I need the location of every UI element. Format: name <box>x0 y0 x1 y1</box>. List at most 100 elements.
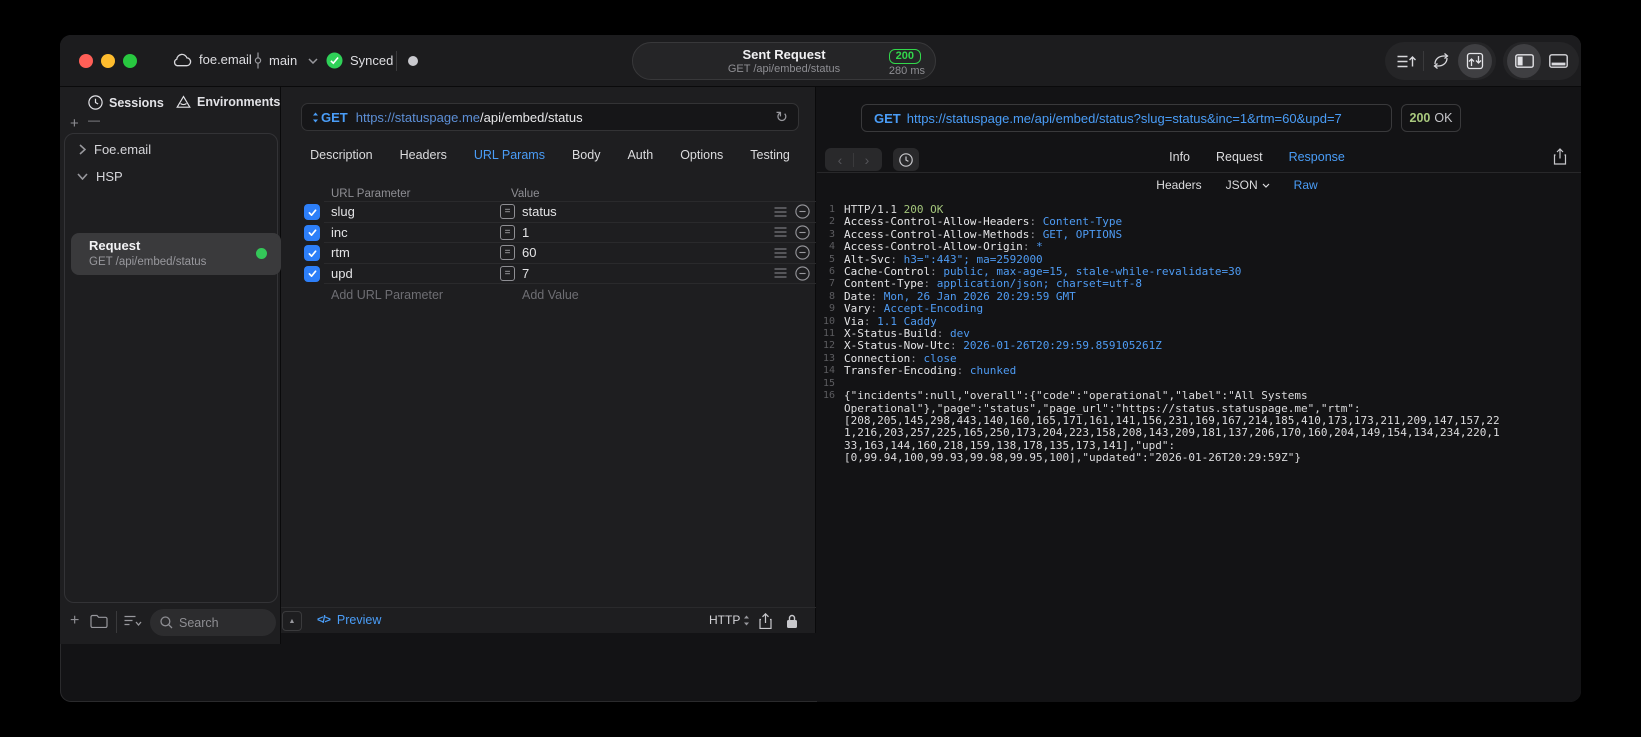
minimize-window-button[interactable] <box>101 54 115 68</box>
tab-sessions-label: Sessions <box>109 95 164 110</box>
sync-request-button[interactable] <box>1458 44 1492 78</box>
resend-request-icon[interactable]: ↻ <box>775 108 788 126</box>
branch-selector[interactable]: main <box>254 52 318 69</box>
line-number: 1 <box>828 204 835 215</box>
sync-check-icon <box>326 52 343 69</box>
param-enabled-checkbox[interactable] <box>304 245 320 261</box>
remove-session-button[interactable]: — <box>88 113 100 127</box>
param-value-field[interactable]: 7 <box>522 266 529 281</box>
clock-icon <box>88 95 103 110</box>
tab-headers[interactable]: Headers <box>400 148 447 162</box>
view-tab-json[interactable]: JSON <box>1226 178 1270 192</box>
checkmark-icon <box>308 208 316 216</box>
export-lines-button[interactable] <box>1389 44 1423 78</box>
protocol-label: HTTP <box>709 613 741 627</box>
column-header-parameter: URL Parameter <box>331 188 411 200</box>
sidebar-search-input[interactable]: Search <box>150 609 276 636</box>
request-status-dot <box>256 248 267 259</box>
tab-body[interactable]: Body <box>572 148 601 162</box>
param-value-field[interactable]: status <box>522 204 557 219</box>
toggle-bottom-panel-button[interactable] <box>1541 44 1575 78</box>
preview-button[interactable]: </> Preview <box>317 613 381 627</box>
tab-environments[interactable]: Environments <box>176 95 280 109</box>
sent-method: GET <box>874 110 901 126</box>
add-param-value-field[interactable]: Add Value <box>522 288 579 302</box>
triangle-up-icon: ▲ <box>288 617 296 625</box>
forward-button[interactable]: › <box>854 152 880 168</box>
param-name-field[interactable]: upd <box>331 266 353 281</box>
tab-response[interactable]: Response <box>1289 150 1345 164</box>
tab-description[interactable]: Description <box>310 148 373 162</box>
view-tab-headers[interactable]: Headers <box>1156 178 1201 192</box>
merge-requests-button[interactable] <box>1424 44 1458 78</box>
add-session-button[interactable]: + <box>70 115 79 132</box>
back-button[interactable]: ‹ <box>827 152 853 168</box>
history-clock-button[interactable] <box>893 148 919 171</box>
response-body: 1 HTTP/1.1 200 OK 2 Access-Control-Allow… <box>817 203 1557 465</box>
close-window-button[interactable] <box>79 54 93 68</box>
remove-param-icon[interactable] <box>795 265 810 281</box>
param-value-field[interactable]: 60 <box>522 245 536 260</box>
request-url-bar[interactable]: GET https://statuspage.me/api/embed/stat… <box>301 103 799 131</box>
param-value-field[interactable]: 1 <box>522 225 529 240</box>
row-separator <box>324 262 816 264</box>
checkmark-icon <box>308 270 316 277</box>
request-item-selected[interactable]: Request GET /api/embed/status <box>71 233 281 275</box>
remove-param-icon[interactable] <box>795 204 810 219</box>
chevron-down-icon <box>77 173 88 180</box>
new-folder-icon[interactable] <box>90 614 108 628</box>
drag-handle-icon[interactable] <box>774 227 787 237</box>
updown-arrows-icon <box>313 112 318 122</box>
remove-param-icon[interactable] <box>795 224 810 240</box>
param-enabled-checkbox[interactable] <box>304 224 320 241</box>
toggle-sidebar-button[interactable] <box>1507 44 1541 78</box>
new-request-button[interactable]: + <box>70 612 79 630</box>
param-name-field[interactable]: slug <box>331 204 355 219</box>
project-cloud-menu[interactable]: foe.email <box>172 52 252 67</box>
sort-list-icon[interactable] <box>124 615 143 627</box>
remove-param-icon[interactable] <box>795 245 810 260</box>
unsaved-indicator-dot[interactable] <box>408 56 418 66</box>
method-dropdown[interactable]: GET <box>312 110 348 125</box>
sent-request-url-display[interactable]: GET https://statuspage.me/api/embed/stat… <box>861 104 1392 132</box>
sync-status[interactable]: Synced <box>326 52 393 69</box>
param-name-field[interactable]: inc <box>331 225 348 240</box>
tab-sessions[interactable]: Sessions <box>88 95 164 110</box>
drag-handle-icon[interactable] <box>774 206 787 217</box>
tree-group-foe-email[interactable]: Foe.email <box>79 142 151 157</box>
updown-arrows-icon <box>744 615 750 625</box>
checkmark-icon <box>308 229 316 236</box>
equals-operator-icon: = <box>500 245 515 260</box>
param-enabled-checkbox[interactable] <box>304 265 320 282</box>
sidebar: Sessions Environments + — Foe.email HSP … <box>60 87 281 644</box>
view-tab-raw[interactable]: Raw <box>1294 178 1318 192</box>
tab-url-params[interactable]: URL Params <box>474 148 545 162</box>
tab-testing[interactable]: Testing <box>750 148 790 162</box>
checkmark-icon <box>308 249 316 257</box>
tab-request[interactable]: Request <box>1216 150 1263 164</box>
response-line: 16 {"incidents":null,"overall":{"code":"… <box>817 389 1557 464</box>
param-name-field[interactable]: rtm <box>331 245 350 260</box>
share-response-icon[interactable] <box>1553 148 1567 165</box>
request-editor-tabs: Description Headers URL Params Body Auth… <box>301 148 799 162</box>
param-enabled-checkbox[interactable] <box>304 204 320 220</box>
url-host: https://statuspage.me <box>355 109 481 125</box>
tab-info[interactable]: Info <box>1169 150 1190 164</box>
zoom-window-button[interactable] <box>123 54 137 68</box>
tree-group-hsp[interactable]: HSP <box>77 169 123 184</box>
tab-environments-label: Environments <box>197 95 281 109</box>
equals-operator-icon: = <box>500 265 515 281</box>
protocol-selector[interactable]: HTTP <box>709 613 750 627</box>
share-icon[interactable] <box>759 613 772 629</box>
line-number: 5 <box>828 253 835 265</box>
method-label: GET <box>321 109 348 125</box>
drag-handle-icon[interactable] <box>774 268 787 278</box>
sent-request-status-capsule[interactable]: Sent Request GET /api/embed/status 200 2… <box>632 42 936 80</box>
response-divider <box>817 172 1581 173</box>
tab-options[interactable]: Options <box>680 148 723 162</box>
lock-icon[interactable] <box>786 614 798 629</box>
expand-console-button[interactable]: ▲ <box>282 611 302 631</box>
drag-handle-icon[interactable] <box>774 247 787 258</box>
add-param-name-field[interactable]: Add URL Parameter <box>331 288 443 302</box>
tab-auth[interactable]: Auth <box>627 148 653 162</box>
